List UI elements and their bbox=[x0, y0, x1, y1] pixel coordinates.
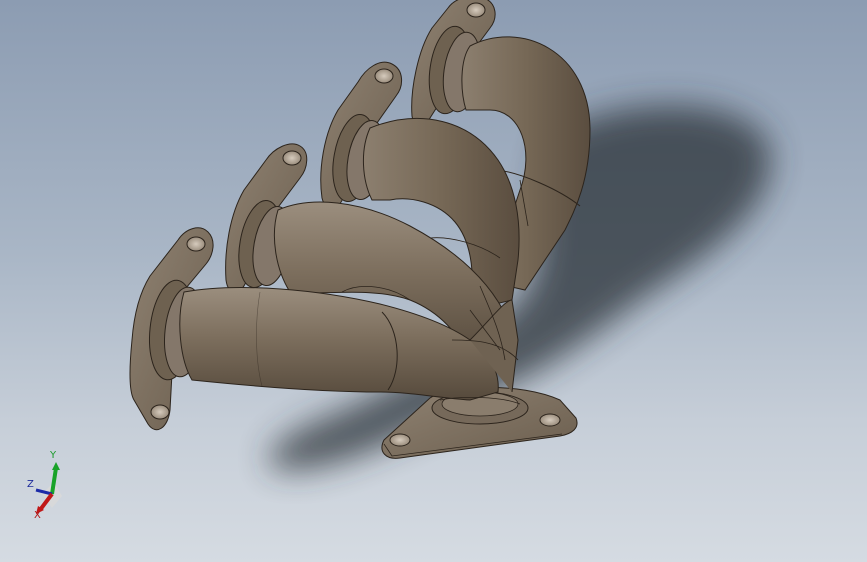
exhaust-manifold-model[interactable] bbox=[0, 0, 867, 562]
x-axis-label: X bbox=[34, 510, 41, 521]
z-axis-label: Z bbox=[27, 479, 34, 490]
3d-viewport[interactable]: Y Z X bbox=[0, 0, 867, 562]
y-axis-label: Y bbox=[50, 450, 57, 461]
